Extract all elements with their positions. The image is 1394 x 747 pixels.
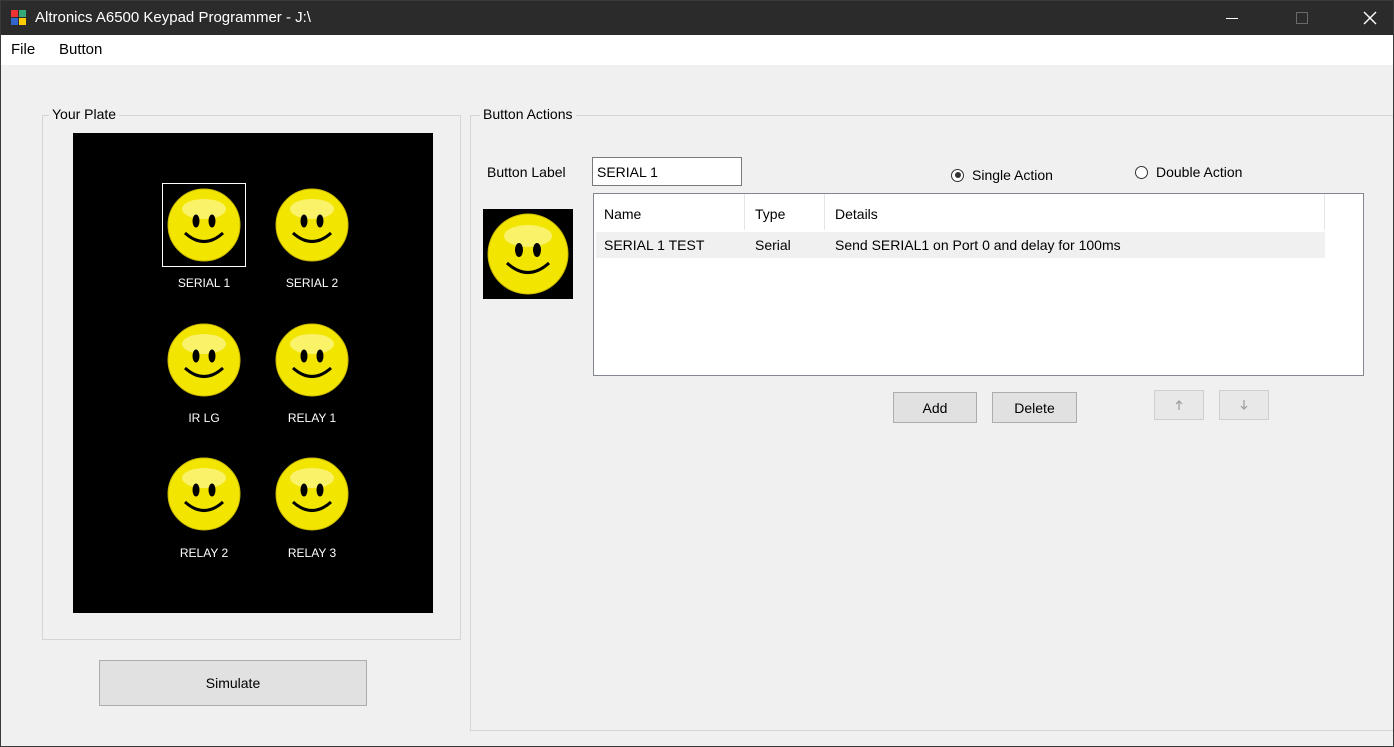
double-action-label: Double Action: [1156, 164, 1243, 180]
plate-button-relay-1[interactable]: [271, 319, 353, 401]
button-actions-title: Button Actions: [480, 106, 576, 122]
close-button[interactable]: [1347, 1, 1393, 35]
keypad-plate: SERIAL 1 SERIAL 2 IR LG RELAY 1 RELAY 2 …: [73, 133, 433, 613]
column-header-details[interactable]: Details: [825, 194, 1325, 230]
window-title: Altronics A6500 Keypad Programmer - J:\: [35, 9, 311, 26]
arrow-down-icon: [1240, 400, 1248, 410]
plate-button-label: SERIAL 2: [285, 276, 339, 290]
smiley-icon: [167, 188, 241, 262]
menu-button[interactable]: Button: [59, 41, 102, 58]
plate-button-serial-2[interactable]: [271, 184, 353, 266]
button-preview-image: [483, 209, 573, 299]
button-label-caption: Button Label: [487, 164, 566, 180]
table-row[interactable]: SERIAL 1 TEST Serial Send SERIAL1 on Por…: [596, 232, 1325, 258]
smiley-icon: [487, 213, 569, 295]
radio-circle-icon: [1135, 165, 1148, 179]
plate-button-label: RELAY 1: [287, 411, 337, 425]
simulate-button[interactable]: Simulate: [99, 660, 367, 706]
maximize-button: [1279, 1, 1325, 35]
radio-circle-icon: [951, 168, 964, 182]
smiley-icon: [167, 457, 241, 531]
plate-button-serial-1[interactable]: [162, 183, 246, 267]
smiley-icon: [275, 188, 349, 262]
column-header-type[interactable]: Type: [745, 194, 825, 230]
move-up-button[interactable]: [1154, 390, 1204, 420]
smiley-icon: [275, 457, 349, 531]
single-action-radio[interactable]: Single Action: [951, 167, 1053, 183]
button-label-input[interactable]: [592, 157, 742, 186]
menu-file[interactable]: File: [11, 41, 35, 58]
radio-selected-dot: [954, 172, 961, 178]
app-window: Altronics A6500 Keypad Programmer - J:\ …: [0, 0, 1394, 747]
double-action-radio[interactable]: Double Action: [1135, 164, 1242, 180]
row-details-cell: Send SERIAL1 on Port 0 and delay for 100…: [835, 237, 1121, 253]
menu-bar: File Button: [1, 35, 1393, 65]
smiley-icon: [167, 323, 241, 397]
app-icon: [11, 10, 27, 26]
plate-button-ir-lg[interactable]: [163, 319, 245, 401]
add-button[interactable]: Add: [893, 392, 977, 423]
column-header-name[interactable]: Name: [594, 194, 745, 230]
your-plate-title: Your Plate: [49, 106, 120, 122]
minimize-button[interactable]: [1209, 1, 1255, 35]
close-icon: [1363, 11, 1377, 25]
maximize-icon: [1296, 12, 1308, 24]
title-bar: Altronics A6500 Keypad Programmer - J:\: [1, 1, 1393, 35]
row-name-cell: SERIAL 1 TEST: [604, 237, 705, 253]
single-action-label: Single Action: [972, 167, 1053, 183]
plate-button-relay-3[interactable]: [271, 453, 353, 535]
plate-button-label: RELAY 3: [287, 546, 337, 560]
plate-button-label: IR LG: [188, 411, 220, 425]
arrow-up-icon: [1175, 400, 1183, 410]
move-down-button[interactable]: [1219, 390, 1269, 420]
delete-button[interactable]: Delete: [992, 392, 1077, 423]
actions-list[interactable]: Name Type Details SERIAL 1 TEST Serial S…: [593, 193, 1364, 376]
plate-button-label: SERIAL 1: [177, 276, 231, 290]
plate-button-relay-2[interactable]: [163, 453, 245, 535]
smiley-icon: [275, 323, 349, 397]
minimize-icon: [1226, 18, 1238, 19]
row-type-cell: Serial: [755, 237, 791, 253]
plate-button-label: RELAY 2: [179, 546, 229, 560]
